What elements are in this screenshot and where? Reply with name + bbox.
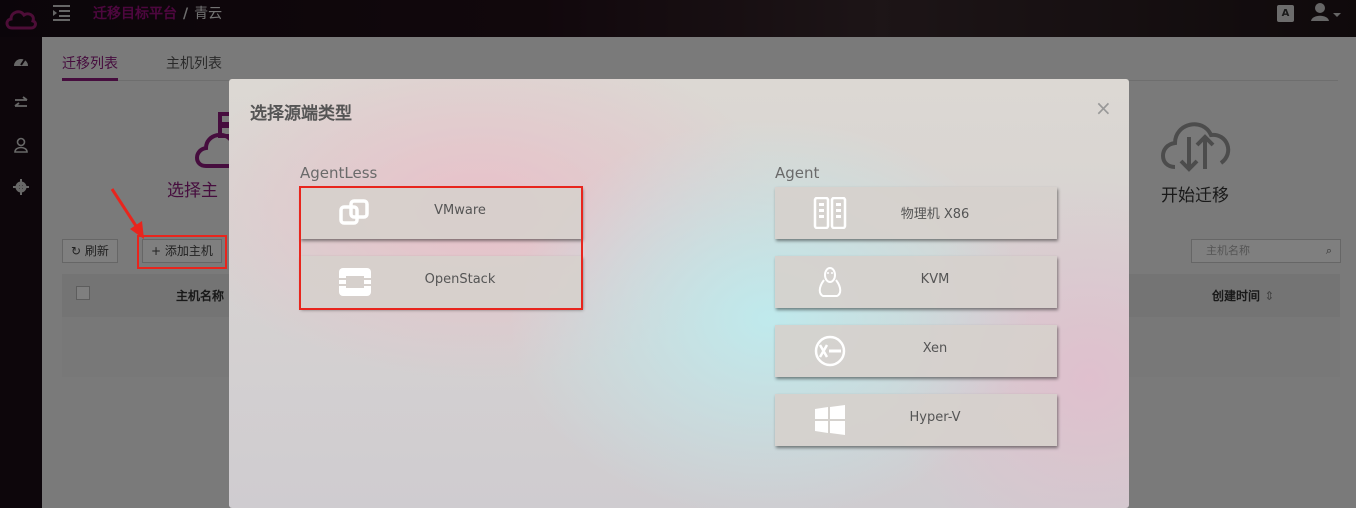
xen-icon [814,335,846,367]
annotation-add-host-highlight [137,235,227,269]
option-physical-x86-label: 物理机 X86 [900,207,970,222]
linux-tux-icon [818,267,842,297]
option-physical-x86[interactable]: 物理机 X86 [775,187,1057,239]
windows-icon [815,405,845,435]
close-icon[interactable]: × [1095,98,1112,118]
server-icon [813,197,847,229]
agentless-label: AgentLess [300,164,378,182]
option-hyper-v-label: Hyper-V [909,410,961,425]
annotation-agentless-highlight [299,186,583,310]
option-hyper-v[interactable]: Hyper-V [775,394,1057,446]
option-xen-label: Xen [922,341,948,356]
option-xen[interactable]: Xen [775,325,1057,377]
select-source-type-modal: 选择源端类型 × AgentLess Agent VMware OpenStac… [229,79,1129,508]
annotation-arrow-icon [110,188,144,239]
modal-title: 选择源端类型 [250,104,352,124]
option-kvm-label: KVM [920,272,950,287]
option-kvm[interactable]: KVM [775,256,1057,308]
agent-label: Agent [775,164,820,182]
